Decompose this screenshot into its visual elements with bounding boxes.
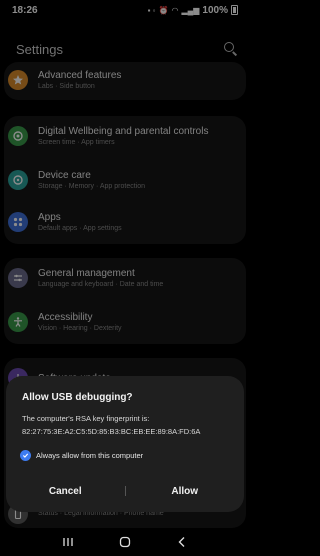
home-icon[interactable]: [116, 533, 134, 551]
rsa-fingerprint: 82:27:75:3E:A2:C5:5D:85:B3:BC:EB:EE:89:8…: [22, 427, 201, 436]
usb-debugging-dialog: Allow USB debugging? The computer's RSA …: [6, 376, 244, 512]
always-allow-checkbox-row[interactable]: Always allow from this computer: [20, 450, 143, 461]
allow-button[interactable]: Allow: [126, 486, 245, 497]
checkmark-icon: [22, 453, 29, 458]
always-allow-checkbox[interactable]: [20, 450, 31, 461]
recents-icon[interactable]: [59, 533, 77, 551]
cancel-button[interactable]: Cancel: [6, 486, 125, 497]
dialog-message: The computer's RSA key fingerprint is:: [22, 414, 150, 423]
dialog-body: The computer's RSA key fingerprint is: 8…: [22, 412, 232, 438]
dialog-buttons: Cancel Allow: [6, 480, 244, 502]
always-allow-label: Always allow from this computer: [36, 451, 144, 460]
navigation-bar: [0, 528, 250, 556]
dialog-title: Allow USB debugging?: [22, 392, 133, 403]
back-icon[interactable]: [173, 533, 191, 551]
